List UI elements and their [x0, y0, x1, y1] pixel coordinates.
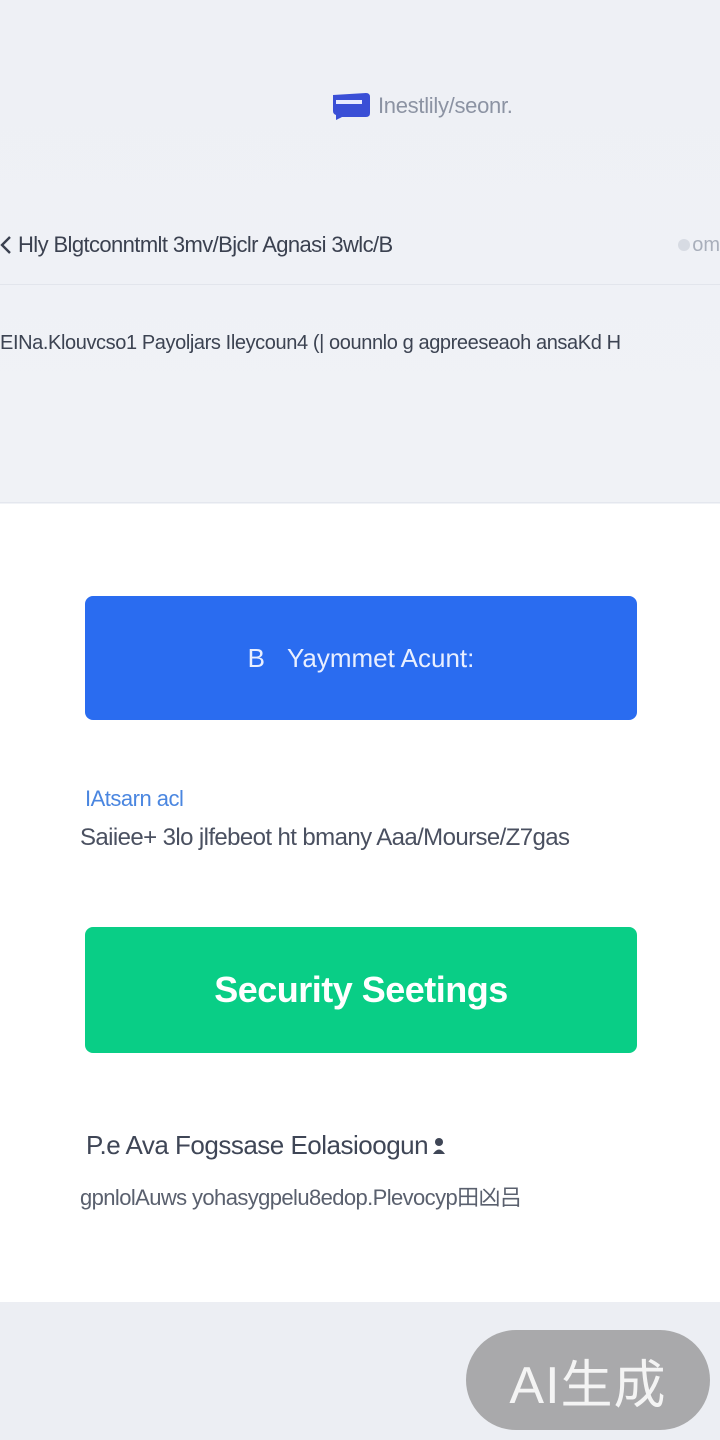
- security-title-text: P.e Ava Fogssase Eolasioogun: [86, 1130, 429, 1160]
- header-title: Hly Blgtconntmlt 3mv/Bjclr Agnasi 3wlc/B: [18, 232, 393, 257]
- status-dot-icon: [678, 239, 691, 251]
- payment-account-button[interactable]: B Yaymmet Acunt:: [85, 596, 637, 720]
- header-title-group[interactable]: Hly Blgtconntmlt 3mv/Bjclr Agnasi 3wlc/B: [0, 232, 393, 258]
- payment-link[interactable]: IAtsarn acl: [85, 786, 184, 812]
- main-panel: B Yaymmet Acunt: IAtsarn acl Saiiee+ 3lo…: [0, 504, 720, 1302]
- header-area: Inestlily/seonr. Hly Blgtconntmlt 3mv/Bj…: [0, 0, 720, 503]
- header-right[interactable]: om: [678, 234, 720, 257]
- account-header-row: Hly Blgtconntmlt 3mv/Bjclr Agnasi 3wlc/B…: [0, 226, 720, 264]
- ai-watermark-badge: AI生成: [466, 1330, 710, 1430]
- payment-button-prefix: B: [247, 642, 265, 673]
- user-icon: [433, 1137, 446, 1154]
- payment-button-label: Yaymmet Acunt:: [286, 642, 475, 673]
- security-settings-button[interactable]: Security Seetings: [85, 927, 637, 1053]
- payment-description: Saiiee+ 3lo jlfebeot ht bmany Aaa/Mourse…: [80, 824, 570, 851]
- security-section-title: P.e Ava Fogssase Eolasioogun: [86, 1130, 446, 1161]
- subheader-text: EINa.Klouvcso1 Payoljars Ileycoun4 (| oo…: [0, 332, 621, 354]
- brand-title: Inestlily/seonr.: [378, 93, 513, 118]
- header-right-text: om: [692, 233, 720, 256]
- chevron-left-icon[interactable]: [0, 235, 12, 255]
- security-description: gpnlolAuws yohasygpelu8edop.Plevocyp田凶吕: [80, 1185, 522, 1210]
- card-logo-icon: [333, 93, 370, 120]
- brand: Inestlily/seonr.: [330, 86, 513, 126]
- divider: [0, 284, 720, 285]
